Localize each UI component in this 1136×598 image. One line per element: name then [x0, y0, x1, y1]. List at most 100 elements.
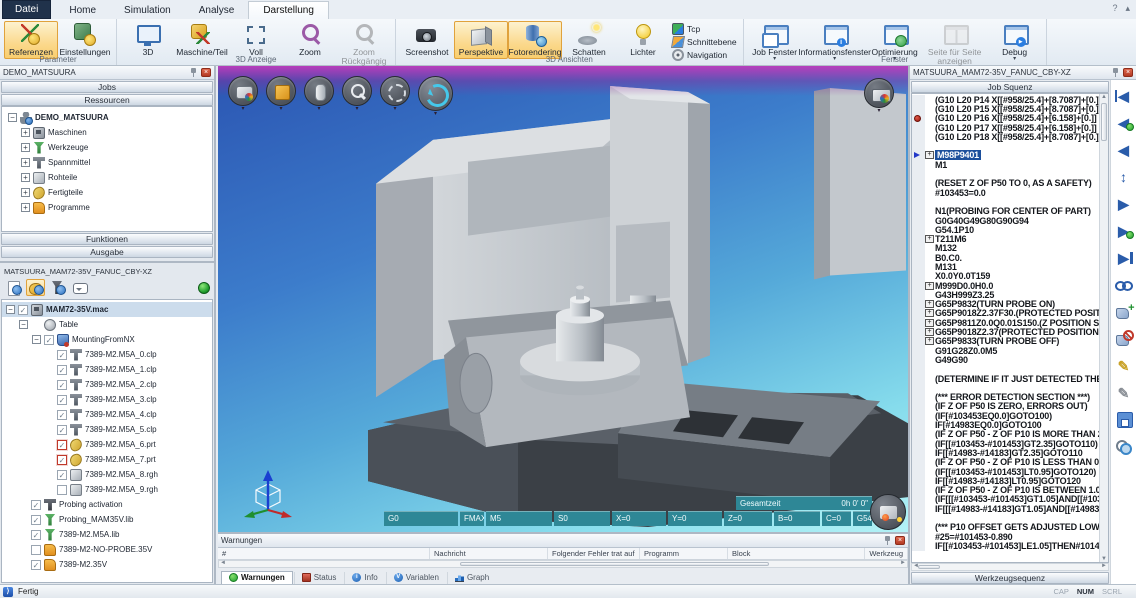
item-checkbox[interactable] — [18, 305, 28, 315]
code-gutter[interactable] — [912, 141, 925, 150]
viewport-toolbar-button[interactable] — [342, 76, 372, 106]
tree-item[interactable]: 7389-M2.M5A_0.clp — [2, 347, 212, 362]
gcode-toolbar-button[interactable] — [1114, 113, 1134, 133]
ribbon-tab[interactable]: Simulation — [110, 2, 185, 19]
code-gutter[interactable] — [912, 430, 925, 439]
tree-item[interactable]: Probing_MAM35V.lib — [2, 512, 212, 527]
tree-item[interactable]: Maschinen — [4, 125, 210, 140]
chevron-down-icon[interactable]: ▾ — [355, 107, 358, 112]
code-expand-icon[interactable] — [925, 319, 934, 327]
tree-item[interactable]: DEMO_MATSUURA — [4, 110, 210, 125]
close-icon[interactable] — [895, 536, 905, 545]
code-line[interactable]: (IF[[#103453-#101453]LT0.95]GOTO120) — [912, 467, 1108, 476]
ribbon-button[interactable]: Referenzen ▾ — [4, 21, 58, 59]
tree-item[interactable]: 7389-M2.M5A_4.clp — [2, 407, 212, 422]
tree-item[interactable]: 7389-M2.M5A_9.rgh — [2, 482, 212, 497]
warnings-column-header[interactable]: Folgender Fehler trat auf — [548, 548, 640, 559]
code-line[interactable] — [912, 197, 1108, 206]
item-checkbox[interactable] — [57, 350, 67, 360]
code-gutter[interactable] — [912, 188, 925, 197]
code-expand-icon[interactable] — [925, 337, 934, 345]
tree-item[interactable]: 7389-M2-NO-PROBE.35V — [2, 542, 212, 557]
code-gutter[interactable] — [912, 383, 925, 392]
expand-toggle-icon[interactable] — [21, 188, 30, 197]
code-gutter[interactable] — [912, 262, 925, 271]
code-gutter[interactable] — [912, 541, 925, 550]
code-line[interactable]: IF[[#14983-#14183]LT0.95]GOTO120 — [912, 476, 1108, 485]
gcode-toolbar-button[interactable] — [1114, 194, 1134, 214]
code-line[interactable]: (IF Z OF P50 - Z OF P10 IS BETWEEN 1.05 — [912, 485, 1108, 494]
code-line[interactable]: (IF Z OF P50 - Z OF P10 IS MORE THAN 2.3 — [912, 430, 1108, 439]
tree-item[interactable]: Fertigteile — [4, 185, 210, 200]
code-line[interactable]: M999D0.0H0.0 — [912, 281, 1108, 290]
code-gutter[interactable] — [912, 420, 925, 429]
code-line[interactable]: (G10 L20 P17 X[[#958/25.4]+[6.158]+[0.]]… — [912, 123, 1108, 132]
job-sequence-bar[interactable]: Job Squenz — [911, 81, 1109, 93]
ribbon-button[interactable]: Schatten ▾ — [562, 21, 616, 59]
item-checkbox[interactable] — [57, 470, 67, 480]
gcode-toolbar-button[interactable] — [1114, 410, 1134, 430]
tree-item[interactable]: Rohteile — [4, 170, 210, 185]
code-gutter[interactable] — [912, 448, 925, 457]
code-gutter[interactable] — [912, 197, 925, 206]
scrollbar-thumb[interactable] — [460, 562, 770, 566]
code-gutter[interactable] — [912, 495, 925, 504]
chevron-down-icon[interactable]: ▾ — [241, 107, 244, 112]
code-line[interactable]: (G10 L20 P16 X[[#958/25.4]+[6.158]+[0.]]… — [912, 114, 1108, 123]
expand-toggle-icon[interactable] — [21, 143, 30, 152]
ribbon-tab[interactable]: Home — [55, 2, 110, 19]
code-line[interactable]: G65P9811Z0.0Q0.01S150.(Z POSITION STO — [912, 318, 1108, 327]
help-icon[interactable]: ? — [1112, 3, 1117, 14]
code-line[interactable]: G65P9832(TURN PROBE ON) — [912, 300, 1108, 309]
code-line[interactable]: M132 — [912, 244, 1108, 253]
code-line[interactable]: (*** P10 OFFSET GETS ADJUSTED LOWER — [912, 523, 1108, 532]
code-line[interactable]: T211M6 — [912, 234, 1108, 243]
chevron-down-icon[interactable]: ▾ — [279, 107, 282, 112]
code-gutter[interactable] — [912, 337, 925, 346]
ribbon-tab[interactable]: Darstellung — [248, 1, 329, 19]
code-gutter[interactable] — [912, 225, 925, 234]
item-checkbox[interactable] — [31, 515, 41, 525]
gcode-vscrollbar[interactable] — [1099, 94, 1108, 562]
code-gutter[interactable] — [912, 281, 925, 290]
code-line[interactable] — [912, 365, 1108, 374]
tool-sequence-bar[interactable]: Werkzeugsequenz — [911, 572, 1109, 584]
warnings-column-header[interactable]: # — [218, 548, 430, 559]
pin-icon[interactable] — [884, 536, 891, 545]
code-line[interactable]: #103453=0.0 — [912, 188, 1108, 197]
warnings-column-header[interactable]: Programm — [640, 548, 728, 559]
code-gutter[interactable] — [912, 290, 925, 299]
code-gutter[interactable] — [912, 504, 925, 513]
code-line[interactable]: M131 — [912, 262, 1108, 271]
expand-toggle-icon[interactable] — [32, 335, 41, 344]
tree-item[interactable]: 7389-M2.M5A.lib — [2, 527, 212, 542]
code-gutter[interactable] — [912, 300, 925, 309]
job-toolbar-button[interactable] — [70, 279, 89, 296]
code-line[interactable]: IF[[[#14983-#14183]GT1.05]AND[[#14983-# — [912, 504, 1108, 513]
code-line[interactable]: (IF[#103453EQ0.0]GOTO100) — [912, 411, 1108, 420]
gcode-hscrollbar[interactable] — [911, 563, 1109, 571]
code-gutter[interactable] — [912, 532, 925, 541]
code-line[interactable]: G49G90 — [912, 355, 1108, 364]
expand-toggle-icon[interactable] — [21, 128, 30, 137]
viewport-toolbar-button[interactable] — [228, 76, 258, 106]
item-checkbox[interactable] — [57, 440, 67, 450]
breakpoint-icon[interactable] — [914, 115, 921, 122]
code-line[interactable]: M1 — [912, 160, 1108, 169]
expand-toggle-icon[interactable] — [21, 203, 30, 212]
camera-views-button[interactable] — [864, 78, 894, 108]
close-icon[interactable] — [201, 68, 211, 77]
panel-section-bar[interactable]: Ausgabe — [1, 246, 213, 258]
viewport-toolbar-button[interactable] — [266, 76, 296, 106]
code-gutter[interactable] — [912, 132, 925, 141]
code-gutter[interactable] — [912, 485, 925, 494]
code-line[interactable]: (G10 L20 P14 X[[#958/25.4]+[8.7087]+[0.]… — [912, 95, 1108, 104]
code-gutter[interactable] — [912, 318, 925, 327]
gcode-toolbar-button[interactable] — [1114, 437, 1134, 457]
item-checkbox[interactable] — [57, 410, 67, 420]
job-toolbar-button[interactable] — [26, 279, 45, 296]
tree-item[interactable]: 7389-M2.M5A_6.prt — [2, 437, 212, 452]
gcode-toolbar-button[interactable] — [1114, 140, 1134, 160]
code-line[interactable] — [912, 383, 1108, 392]
code-gutter[interactable] — [912, 95, 925, 104]
